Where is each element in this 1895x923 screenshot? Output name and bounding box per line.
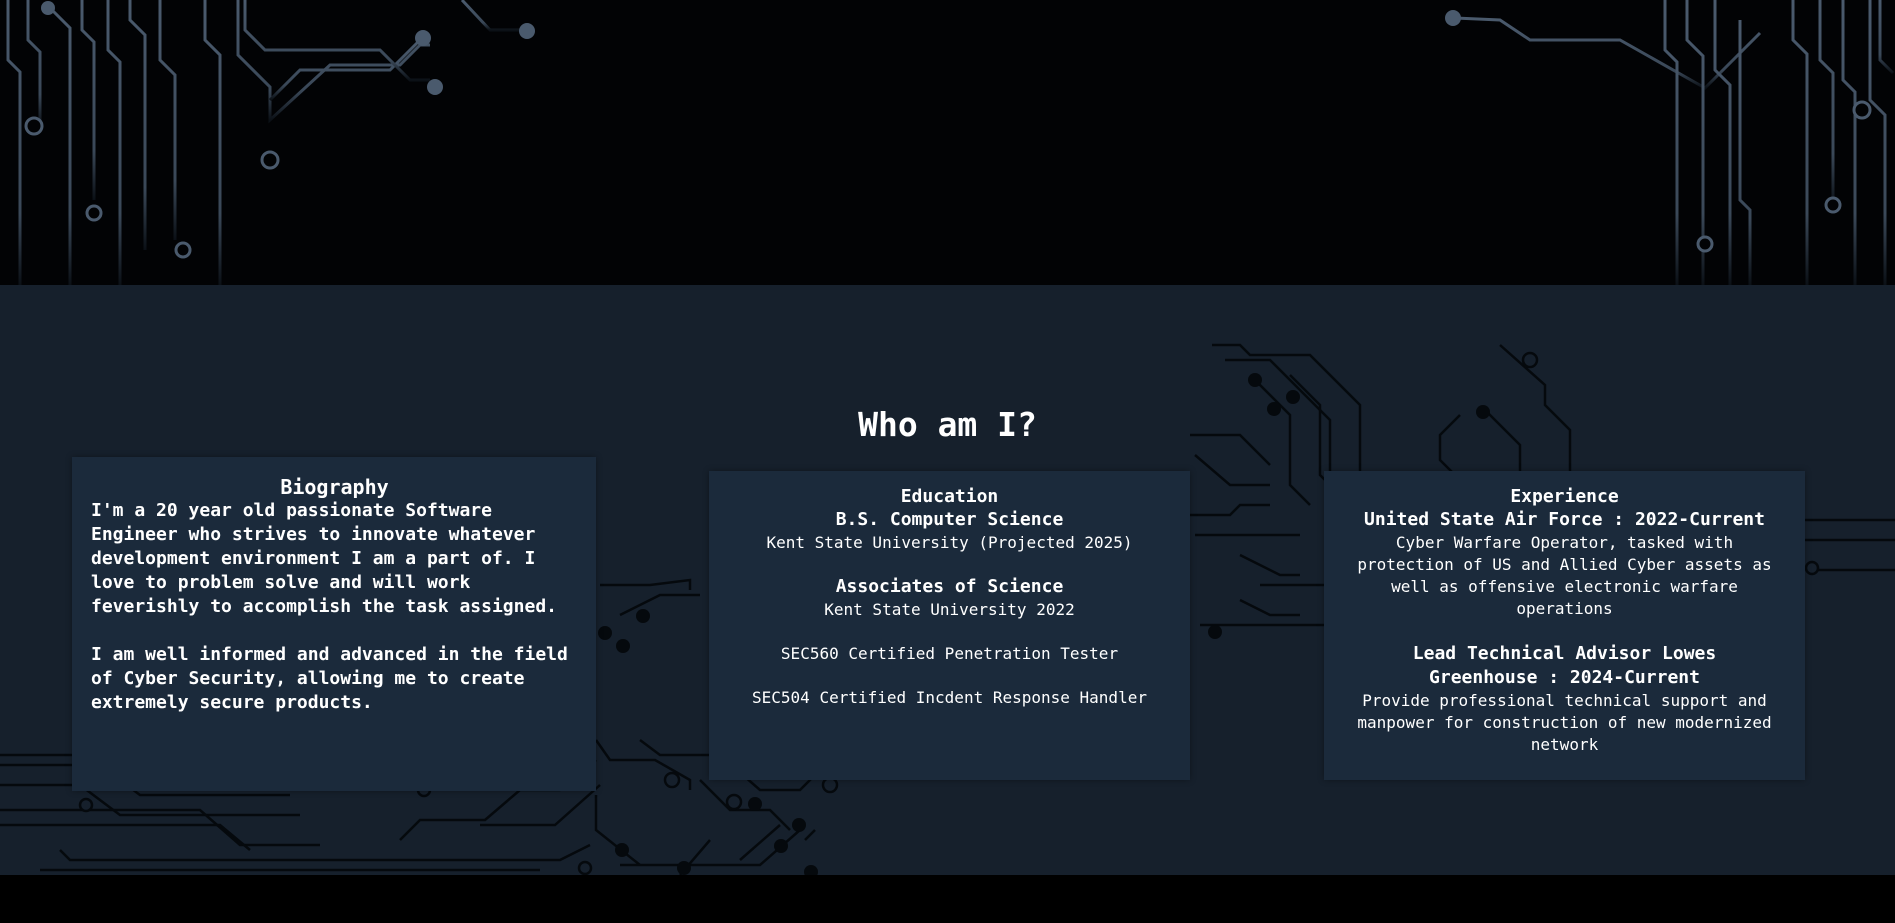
job-description-air-force: Cyber Warfare Operator, tasked with prot… xyxy=(1357,533,1772,618)
circuit-pattern-left xyxy=(6,0,535,285)
biography-heading: Biography xyxy=(280,475,389,499)
biography-card: Biography I'm a 20 year old passionate S… xyxy=(72,457,596,791)
certification-sec504: SEC504 Certified Incdent Response Handle… xyxy=(752,688,1147,707)
job-description-lowes: Provide professional technical support a… xyxy=(1357,691,1772,754)
circuit-pattern-right xyxy=(1445,0,1895,285)
education-heading: Education xyxy=(900,486,999,507)
experience-card: Experience United State Air Force : 2022… xyxy=(1324,471,1805,780)
hero-banner xyxy=(0,0,1895,285)
experience-heading: Experience xyxy=(1510,486,1619,507)
job-title-lowes: Lead Technical Advisor Lowes Greenhouse … xyxy=(1412,643,1717,688)
certification-sec560: SEC560 Certified Penetration Tester xyxy=(780,644,1119,663)
degree-associates: Associates of Science xyxy=(835,576,1064,597)
section-title: Who am I? xyxy=(858,405,1037,444)
school-associates: Kent State University 2022 xyxy=(824,600,1075,619)
education-card: Education B.S. Computer Science Kent Sta… xyxy=(709,471,1190,780)
degree-bs: B.S. Computer Science xyxy=(835,509,1064,530)
school-bs: Kent State University (Projected 2025) xyxy=(766,533,1133,552)
footer-bar xyxy=(0,875,1895,923)
biography-paragraph-1: I'm a 20 year old passionate Software En… xyxy=(91,500,557,617)
job-title-air-force: United State Air Force : 2022-Current xyxy=(1364,509,1765,530)
biography-paragraph-2: I am well informed and advanced in the f… xyxy=(91,644,568,713)
about-section: Who am I? Biography I'm a 20 year old pa… xyxy=(0,285,1895,875)
